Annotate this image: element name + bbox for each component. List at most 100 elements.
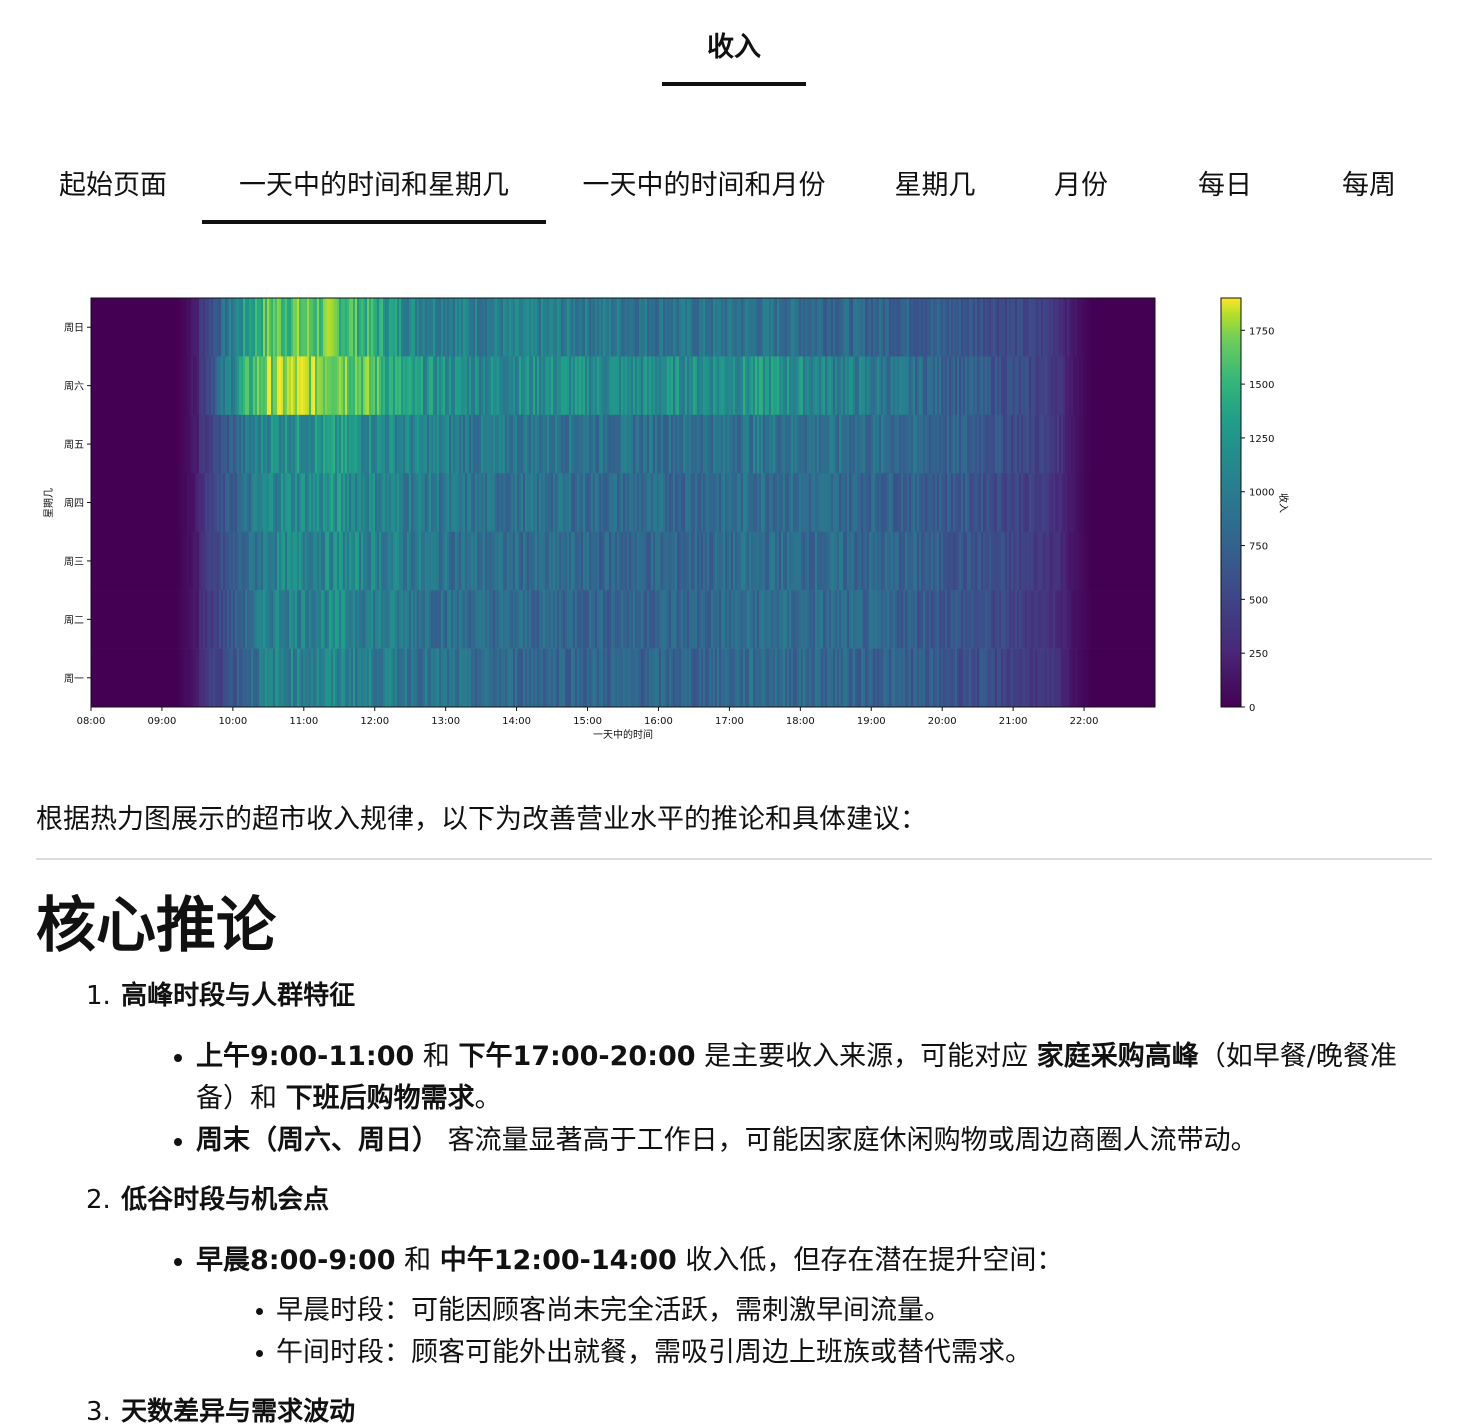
heatmap-cell (277, 473, 280, 533)
tab-time-month[interactable]: 一天中的时间和月份 (566, 158, 842, 224)
heatmap-cell (1125, 473, 1128, 533)
heatmap-cell (545, 590, 548, 649)
heatmap-cell (1057, 590, 1060, 649)
point-number: 2. (86, 1185, 111, 1215)
heatmap-cell (545, 473, 548, 533)
heatmap-cell (293, 531, 296, 591)
heatmap-cell (149, 531, 152, 591)
heatmap-cell (631, 590, 634, 649)
heatmap-cell (1063, 473, 1066, 533)
heatmap-cell (303, 531, 306, 591)
heatmap-cell (869, 298, 872, 357)
heatmap-cell (1041, 356, 1044, 416)
heatmap-cell (99, 298, 102, 357)
tab-time-weekday[interactable]: 一天中的时间和星期几 (202, 158, 546, 224)
heatmap-cell (231, 473, 234, 533)
heatmap-cell (937, 473, 940, 533)
heatmap-cell (807, 648, 810, 708)
heatmap-cell (533, 473, 536, 533)
heatmap-cell (375, 414, 378, 474)
heatmap-cell (441, 648, 444, 708)
heatmap-cell (507, 648, 510, 708)
heatmap-cell (547, 356, 550, 416)
heatmap-cell (1045, 648, 1048, 708)
heatmap-cell (1097, 648, 1100, 708)
x-tick-label: 19:00 (857, 716, 886, 727)
heatmap-cell (909, 648, 912, 708)
tab-home[interactable]: 起始页面 (40, 158, 186, 224)
heatmap-cell (1015, 298, 1018, 357)
tab-weekday[interactable]: 星期几 (872, 158, 998, 224)
heatmap-cell (659, 356, 662, 416)
heatmap-cell (997, 356, 1000, 416)
bullet: 上午9:00-11:00 和 下午17:00-20:00 是主要收入来源，可能对… (174, 1036, 1432, 1120)
heatmap-cell (277, 414, 280, 474)
heatmap-cell (543, 414, 546, 474)
heatmap-cell (529, 531, 532, 591)
heatmap-cell (461, 473, 464, 533)
heatmap-cell (335, 648, 338, 708)
heatmap-cell (1073, 298, 1076, 357)
heatmap-cell (655, 648, 658, 708)
heatmap-cell (807, 414, 810, 474)
heatmap-cell (221, 648, 224, 708)
heatmap-cell (667, 590, 670, 649)
tab-weekly[interactable]: 每周 (1318, 158, 1420, 224)
heatmap-cell (249, 356, 252, 416)
heatmap-cell (893, 473, 896, 533)
heatmap-cell (703, 531, 706, 591)
heatmap-cell (365, 414, 368, 474)
tab-revenue[interactable]: 收入 (662, 0, 806, 88)
heatmap-cell (379, 414, 382, 474)
heatmap-cell (669, 648, 672, 708)
heatmap-cell (1071, 356, 1074, 416)
heatmap-cell (887, 356, 890, 416)
heatmap-cell (1029, 531, 1032, 591)
heatmap-cell (219, 414, 222, 474)
heatmap-cell (743, 531, 746, 591)
heatmap-cell (231, 590, 234, 649)
heatmap-cell (243, 414, 246, 474)
heatmap-cell (573, 590, 576, 649)
heatmap-cell (309, 590, 312, 649)
heatmap-cell (827, 298, 830, 357)
heatmap-cell (549, 414, 552, 474)
heatmap-cell (749, 473, 752, 533)
heatmap-cell (181, 356, 184, 416)
heatmap-cell (883, 473, 886, 533)
heatmap-cell (889, 298, 892, 357)
heatmap-cell (737, 414, 740, 474)
heatmap-cell (389, 648, 392, 708)
heatmap-cell (675, 356, 678, 416)
heatmap-cell (229, 414, 232, 474)
heatmap-cell (599, 356, 602, 416)
heatmap-cell (683, 648, 686, 708)
heatmap-cell (419, 531, 422, 591)
heatmap-cell (813, 531, 816, 591)
heatmap-cell (275, 531, 278, 591)
heatmap-cell (669, 590, 672, 649)
heatmap-cell (633, 531, 636, 591)
tab-month[interactable]: 月份 (1030, 158, 1132, 224)
heatmap-cell (419, 414, 422, 474)
heatmap-cell (935, 648, 938, 708)
heatmap-cell (333, 298, 336, 357)
heatmap-cell (577, 590, 580, 649)
heatmap-cell (323, 590, 326, 649)
heatmap-cell (403, 590, 406, 649)
heatmap-cell (351, 356, 354, 416)
heatmap-cell (187, 531, 190, 591)
heatmap-cell (1145, 414, 1148, 474)
heatmap-cell (961, 590, 964, 649)
heatmap-cell (211, 473, 214, 533)
heatmap-cell (181, 648, 184, 708)
heatmap-cell (835, 473, 838, 533)
tab-daily[interactable]: 每日 (1174, 158, 1276, 224)
heatmap-cell (1077, 298, 1080, 357)
heatmap-cell (521, 473, 524, 533)
heatmap-cell (173, 531, 176, 591)
heatmap-cell (829, 473, 832, 533)
heatmap-cell (581, 414, 584, 474)
heatmap-cell (175, 531, 178, 591)
heatmap-cell (1131, 414, 1134, 474)
